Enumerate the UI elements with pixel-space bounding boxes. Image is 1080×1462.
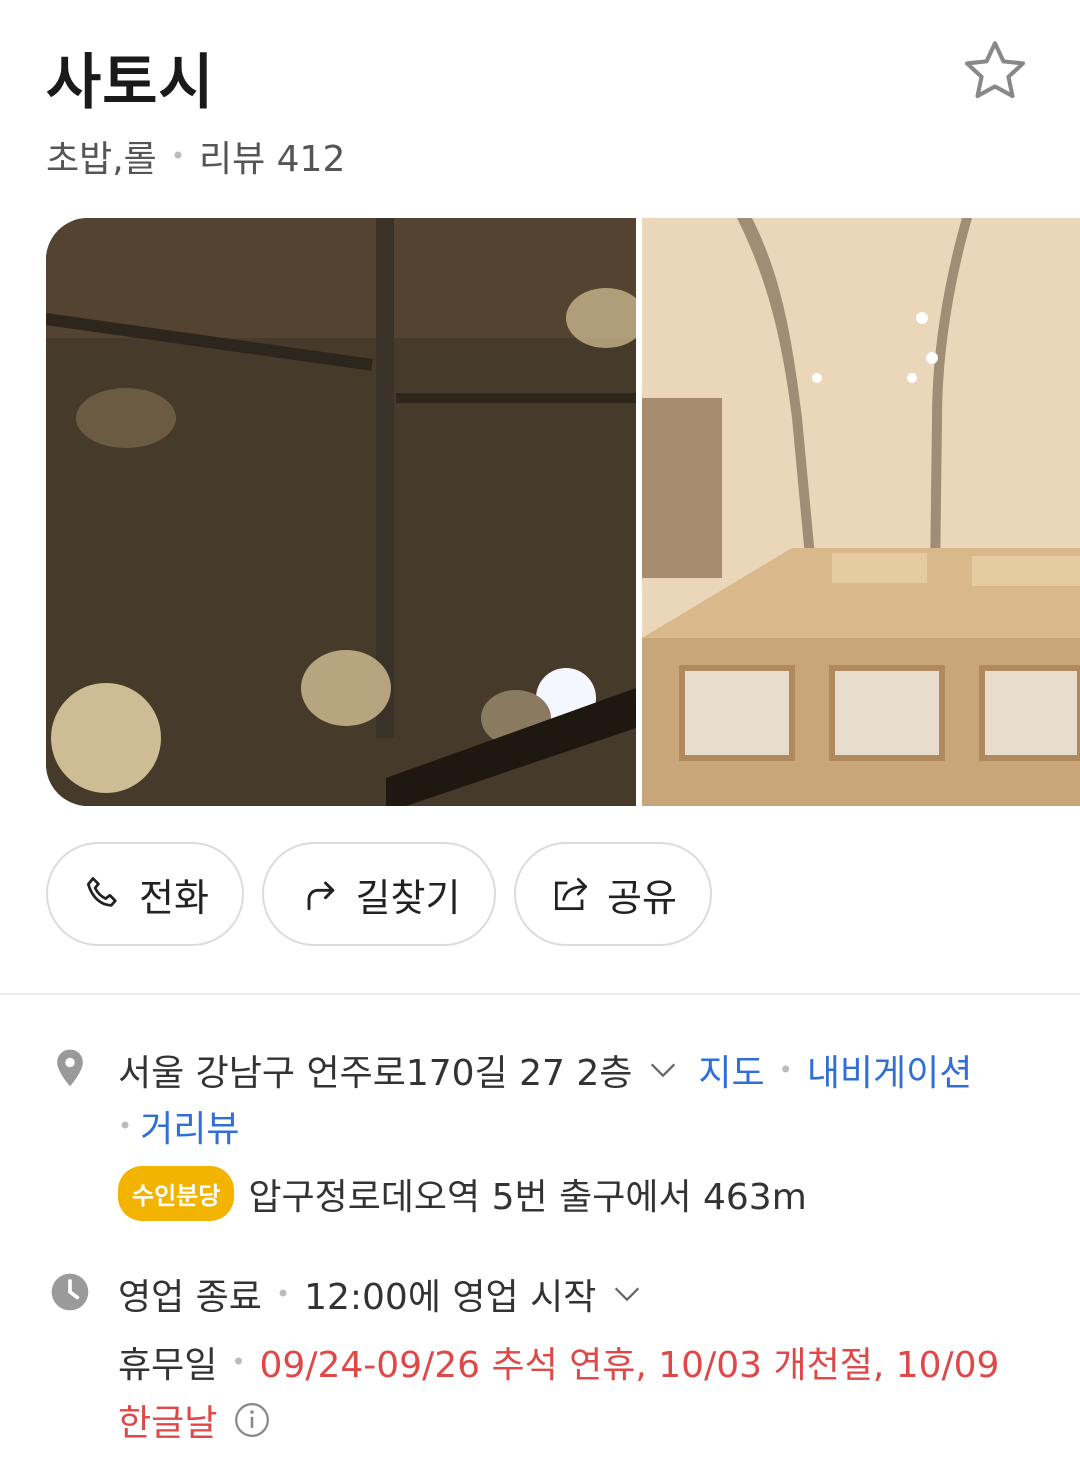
- phone-icon: [86, 877, 117, 907]
- address-text[interactable]: 서울 강남구 언주로170길 27 2층: [118, 1044, 632, 1096]
- separator-dot: •: [778, 1056, 793, 1084]
- subway-text: 압구정로데오역 5번 출구에서 463m: [248, 1176, 807, 1218]
- hours-row: 영업 종료 • 12:00에 영업 시작: [118, 1268, 662, 1320]
- category-label: 초밥,롤: [46, 139, 157, 180]
- route-arrow-icon: [307, 881, 334, 911]
- info-icon[interactable]: [233, 1401, 271, 1439]
- call-label: 전화: [139, 875, 209, 920]
- review-count[interactable]: 리뷰 412: [199, 130, 345, 182]
- separator-dot: •: [275, 1280, 291, 1308]
- share-icon: [554, 877, 588, 911]
- holiday-dates: 09/24-09/26 추석 연휴, 10/03 개천절, 10/09: [259, 1345, 1000, 1386]
- place-meta: 초밥,롤 • 리뷰 412: [46, 130, 345, 182]
- holiday-label: 휴무일: [118, 1345, 218, 1386]
- holiday-row-2: 한글날: [118, 1394, 271, 1446]
- streetview-link[interactable]: 거리뷰: [140, 1100, 239, 1152]
- map-link[interactable]: 지도: [698, 1044, 764, 1096]
- photo-gallery[interactable]: [46, 218, 1080, 806]
- chevron-down-icon[interactable]: [646, 1053, 680, 1087]
- business-status: 영업 종료: [118, 1277, 262, 1318]
- action-bar: 전화 길찾기 공유: [46, 842, 712, 946]
- chevron-down-icon[interactable]: [610, 1277, 644, 1311]
- route-button[interactable]: 길찾기: [262, 842, 496, 946]
- next-open-time[interactable]: 12:00에 영업 시작: [304, 1268, 596, 1320]
- navigation-link[interactable]: 내비게이션: [807, 1044, 973, 1096]
- address-row-2: • 거리뷰: [118, 1100, 240, 1152]
- share-label: 공유: [607, 875, 677, 920]
- photo-entrance[interactable]: [46, 218, 636, 806]
- separator-dot: •: [118, 1112, 133, 1140]
- holiday-row: 휴무일 • 09/24-09/26 추석 연휴, 10/03 개천절, 10/0…: [118, 1336, 999, 1388]
- route-label: 길찾기: [355, 875, 461, 920]
- call-button[interactable]: 전화: [46, 842, 244, 946]
- separator-dot: •: [170, 142, 185, 170]
- photo-interior[interactable]: [642, 218, 1080, 806]
- separator-dot: •: [231, 1348, 246, 1376]
- share-button[interactable]: 공유: [514, 842, 712, 946]
- star-icon[interactable]: [960, 36, 1030, 106]
- holiday-dates-cont: 한글날: [118, 1403, 218, 1444]
- address-row: 서울 강남구 언주로170길 27 2층 지도 • 내비게이션: [118, 1044, 972, 1096]
- subway-info: 수인분당 압구정로데오역 5번 출구에서 463m: [118, 1166, 807, 1221]
- clock-icon: [51, 1273, 89, 1311]
- section-divider: [0, 993, 1080, 995]
- subway-line-badge: 수인분당: [118, 1166, 235, 1221]
- location-pin-icon: [57, 1049, 83, 1087]
- place-title: 사토시: [46, 48, 215, 118]
